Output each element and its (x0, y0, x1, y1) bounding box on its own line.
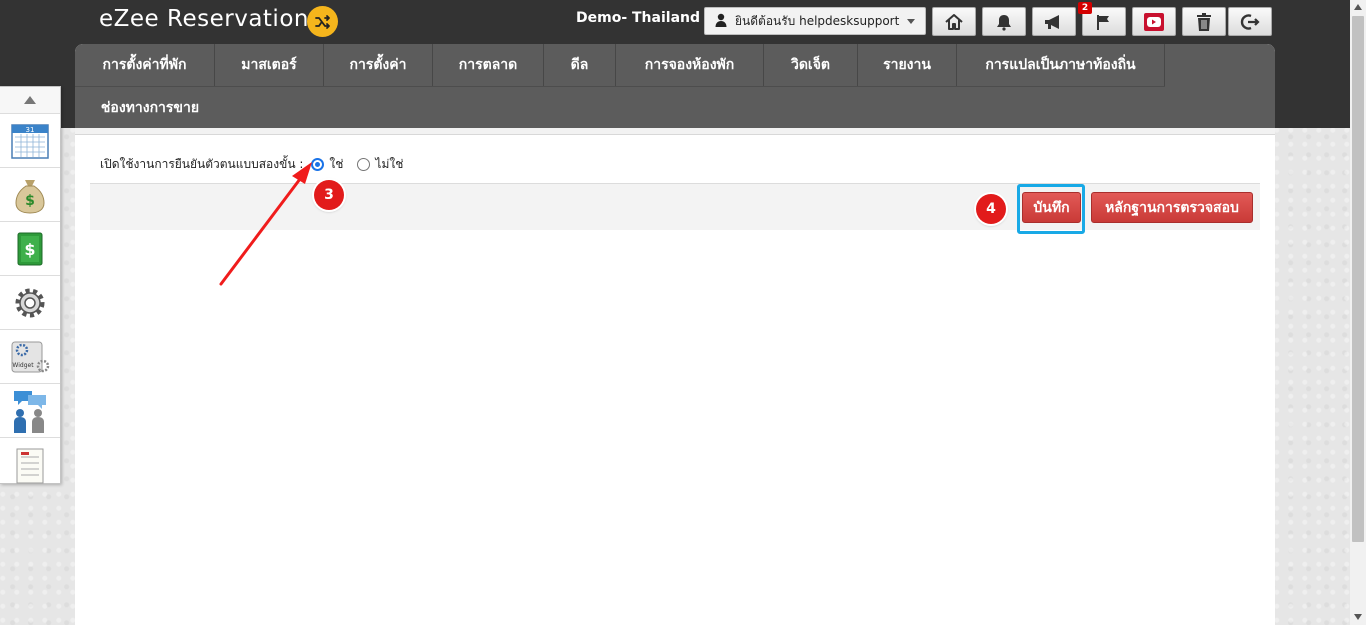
scroll-down-icon[interactable] (1354, 614, 1362, 620)
scrollbar-thumb[interactable] (1352, 16, 1364, 542)
step-4-marker: 4 (976, 194, 1006, 224)
annotation-arrow (219, 162, 312, 286)
scroll-up-icon[interactable] (1354, 4, 1362, 10)
step-3-marker: 3 (314, 180, 344, 210)
